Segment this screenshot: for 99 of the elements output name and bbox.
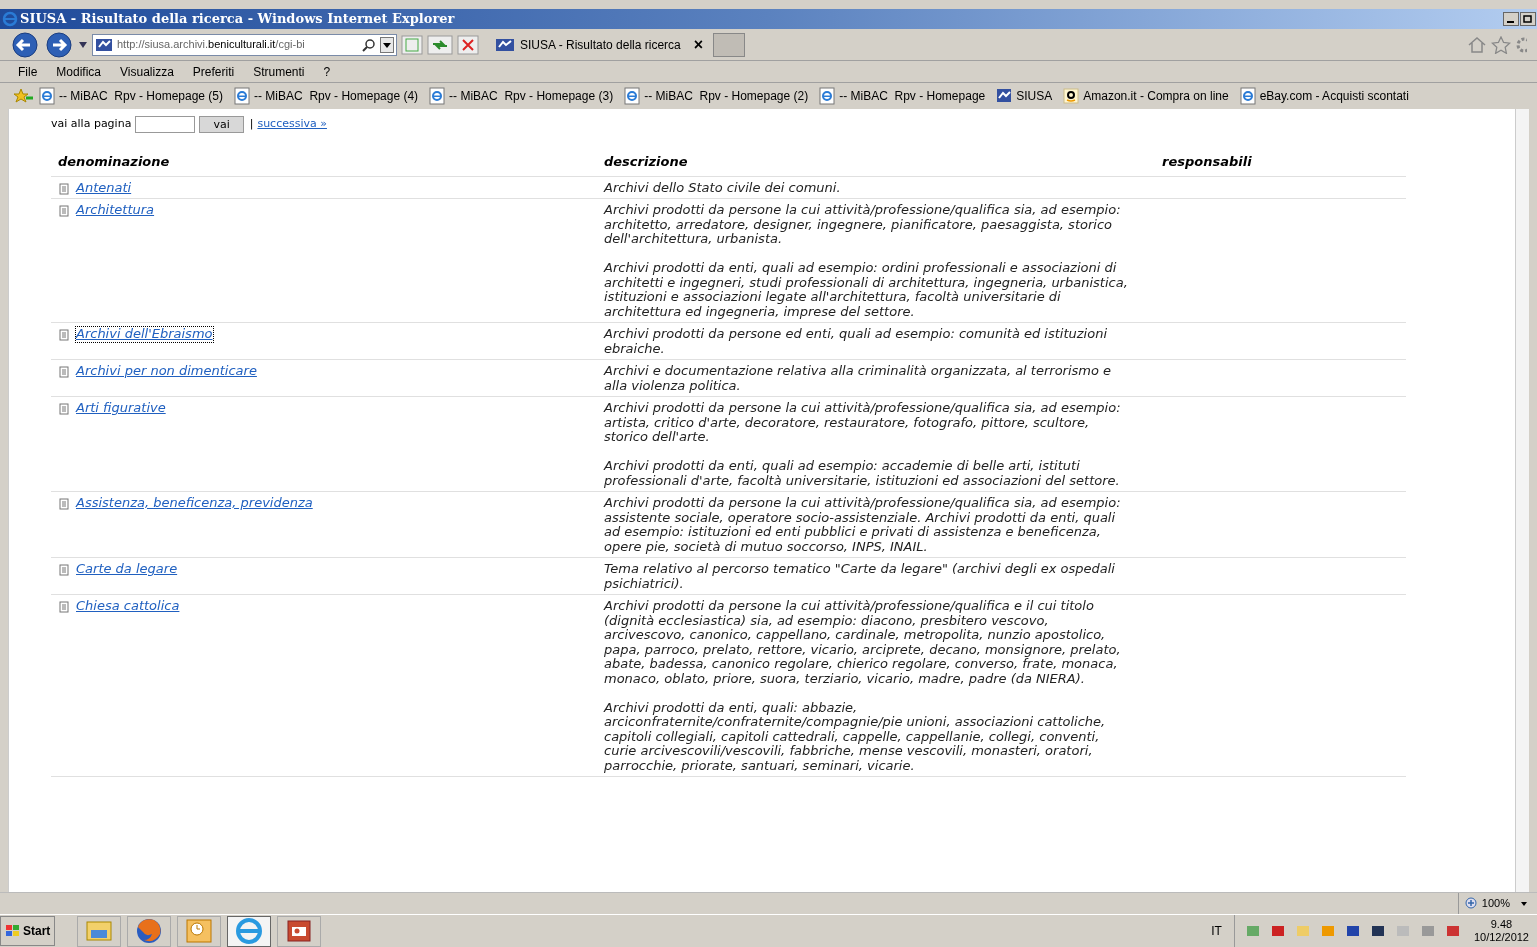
description-text: Archivi prodotti da persone la cui attività/professione/qualifica e il cui titolo (dignità ecclesiastica) sia, ad esempio: diacono, presbitero vescovo, arcivescovo, canonico, cappellano, cardinale, metropolita, nunzio apostolico, papa, parroco, prelato, rettore, vicario, arciprete, decano, monsignore, prelato, abate, badessa, canonico regolare, chierico regolare, converso, frate, monaca, monaco, oblato, priore, suora, terziario, vicario, madre, padre (da NIERA).	[604, 599, 1122, 686]
taskbar-app-button[interactable]	[227, 915, 272, 947]
document-icon[interactable]	[59, 205, 69, 217]
record-link[interactable]: Antenati	[76, 180, 132, 195]
description-text: Archivi prodotti da enti, quali ad esempio: ordini professionali e associazioni di architetti e ingegneri, studi professionali di architettura, ingegneria, urbanistica, istituzioni e associazioni legate all'architettura, facoltà universitarie di architettura ed ingegneria, imprese del settore.	[604, 261, 1129, 319]
page-icon[interactable]	[624, 87, 641, 105]
document-icon[interactable]	[59, 601, 69, 613]
favorite-link[interactable]: -- MiBAC Rpv - Homepage (3)	[429, 87, 614, 105]
window-title: SIUSA - Risultato della ricerca - Windows Internet Explorer	[20, 10, 455, 29]
record-link[interactable]: Chiesa cattolica	[76, 599, 180, 614]
document-icon[interactable]	[59, 403, 69, 415]
menu-item[interactable]: Visualizza	[120, 62, 174, 81]
zoom-control[interactable]: 100%	[1457, 893, 1529, 914]
favorite-label: -- MiBAC Rpv - Homepage (2)	[644, 88, 809, 105]
description-text: Archivi e documentazione relativa alla criminalità organizzata, al terrorismo e alla violenza politica.	[604, 364, 1113, 393]
minimize-icon[interactable]	[1503, 12, 1519, 26]
new-tab-button[interactable]	[713, 32, 746, 57]
page-icon[interactable]	[1239, 87, 1256, 105]
description-text: Archivi prodotti da persone la cui attività/professione/qualifica sia, ad esempio: artista, critico d'arte, decoratore, restauratore, fotografo, pittore, scultore, storico dell'arte.	[604, 401, 1122, 445]
record-link[interactable]: Architettura	[76, 203, 155, 218]
refresh-icon[interactable]	[427, 34, 453, 55]
language-indicator[interactable]: IT	[1211, 922, 1222, 940]
star-icon[interactable]	[1491, 35, 1511, 54]
favorite-link[interactable]: -- MiBAC Rpv - Homepage	[819, 87, 986, 105]
favorite-label: -- MiBAC Rpv - Homepage (5)	[59, 88, 224, 105]
go-button[interactable]: vai	[199, 115, 244, 133]
address-bar[interactable]: http://siusa.archivi.beniculturali.it/cgi-bi	[92, 33, 397, 56]
favorite-label: eBay.com - Acquisti scontati	[1259, 88, 1409, 105]
zoom-level: 100%	[1481, 896, 1510, 912]
forward-icon[interactable]	[44, 31, 74, 58]
document-icon[interactable]	[59, 498, 69, 510]
description-text: Tema relativo al percorso tematico "Carte da legare" (archivi degli ex ospedali psichiatrici).	[604, 562, 1116, 591]
taskbar-app-button[interactable]	[277, 915, 322, 947]
favorite-link[interactable]: -- MiBAC Rpv - Homepage (5)	[39, 87, 224, 105]
favorite-link[interactable]: Amazon.it - Compra on line	[1063, 87, 1229, 105]
menu-item[interactable]: ?	[323, 62, 331, 81]
favorite-label: -- MiBAC Rpv - Homepage	[839, 88, 986, 105]
column-header: responsabili	[1162, 153, 1253, 171]
favorite-link[interactable]: -- MiBAC Rpv - Homepage (4)	[234, 87, 419, 105]
start-button[interactable]: Start	[0, 916, 56, 946]
ie-logo-icon[interactable]	[2, 11, 18, 27]
document-icon[interactable]	[59, 564, 69, 576]
record-link[interactable]: Carte da legare	[76, 562, 178, 577]
favorite-link[interactable]: SIUSA	[996, 87, 1053, 105]
menu-item[interactable]: Strumenti	[253, 62, 305, 81]
description-text: Archivi prodotti da persone ed enti, quali ad esempio: comunità ed istituzioni ebraiche.	[604, 327, 1109, 356]
page-input-field[interactable]	[135, 115, 196, 133]
record-link[interactable]: Assistenza, beneficenza, previdenza	[76, 496, 313, 511]
dropdown-caret-icon[interactable]	[380, 36, 394, 53]
document-icon[interactable]	[59, 329, 69, 341]
restore-icon[interactable]	[1520, 12, 1536, 26]
document-icon[interactable]	[59, 366, 69, 378]
favorites-star-icon[interactable]	[12, 88, 34, 104]
document-icon[interactable]	[59, 182, 69, 195]
page-icon[interactable]	[429, 87, 446, 105]
windows-flag-icon[interactable]	[5, 924, 21, 938]
page-icon[interactable]	[819, 87, 836, 105]
menu-item[interactable]: File	[18, 62, 38, 81]
search-icon[interactable]	[362, 37, 376, 52]
favorite-label: SIUSA	[1016, 88, 1053, 105]
site-icon[interactable]	[996, 87, 1013, 105]
description-text: Archivi prodotti da enti, quali: abbazie, arciconfraternite/confraternite/compagnie/pie unioni, associazioni cattoliche, capitoli collegiali, capitoli cattedrali, cappelle, cappellanie, collegi, conventi, curie arcivescovili/vescovili, fabbriche, mense vescovili, monasteri, oratori, parrocchie, priorate, santuari, seminari, vicarie.	[604, 700, 1107, 773]
home-icon[interactable]	[1467, 35, 1487, 54]
record-link[interactable]: Archivi dell'Ebraismo	[76, 327, 213, 342]
record-link[interactable]: Archivi per non dimenticare	[76, 364, 257, 379]
clock-time: 9.48	[1490, 918, 1513, 931]
page-label: vai alla pagina	[51, 115, 132, 132]
favorite-link[interactable]: -- MiBAC Rpv - Homepage (2)	[624, 87, 809, 105]
favorite-link[interactable]: eBay.com - Acquisti scontati	[1239, 87, 1409, 105]
next-page-link[interactable]: successiva »	[257, 115, 327, 133]
settings-icon[interactable]	[1515, 35, 1527, 54]
url-text: http://siusa.archivi.beniculturali.it/cgi-bi	[117, 37, 305, 53]
tab-title: SIUSA - Risultato della ricerca	[520, 36, 681, 54]
dropdown-caret-icon[interactable]	[78, 40, 88, 49]
favorite-label: -- MiBAC Rpv - Homepage (3)	[449, 88, 614, 105]
site-icon[interactable]	[95, 36, 113, 53]
favorite-label: Amazon.it - Compra on line	[1083, 88, 1229, 105]
column-header: denominazione	[57, 153, 171, 171]
record-link[interactable]: Arti figurative	[76, 401, 166, 416]
zoom-icon[interactable]	[1464, 896, 1479, 911]
site-icon[interactable]	[495, 36, 515, 53]
menu-item[interactable]: Preferiti	[192, 62, 235, 81]
separator-text: |	[249, 115, 254, 132]
clock-date: 10/12/2012	[1473, 931, 1529, 944]
description-text: Archivi prodotti da persone la cui attività/professione/qualifica sia, ad esempio: assistente sociale, operatore socio-assistenziale. Archivi prodotti da enti, quali ad esempio: istituzioni ed enti pubblici e privati di assistenza e beneficenza, opere pie, società di mutuo soccorso, INPS, INAIL.	[604, 496, 1122, 554]
page-icon[interactable]	[39, 87, 55, 105]
description-text: Archivi dello Stato civile dei comuni.	[604, 180, 842, 195]
compatibility-icon[interactable]	[401, 34, 423, 55]
description-text: Archivi prodotti da persone la cui attività/professione/qualifica sia, ad esempio: architetto, arredatore, designer, ingegnere, pianificatore, paesaggista, storico dell'architettura, urbanista.	[604, 203, 1122, 247]
favorite-label: -- MiBAC Rpv - Homepage (4)	[254, 88, 419, 105]
close-icon[interactable]	[457, 34, 479, 55]
back-icon[interactable]	[10, 31, 40, 58]
column-header: descrizione	[604, 153, 689, 171]
description-text: Archivi prodotti da enti, quali ad esempio: accademie di belle arti, istituti professionali d'arte, facoltà universitarie, istituzioni ed associazioni del settore.	[604, 459, 1121, 488]
taskbar-app-button[interactable]	[127, 915, 172, 947]
scrollbar[interactable]	[1515, 109, 1529, 892]
menu-item[interactable]: Modifica	[56, 62, 102, 81]
page-icon[interactable]	[234, 87, 251, 105]
tab-close-button[interactable]: ×	[693, 32, 704, 57]
